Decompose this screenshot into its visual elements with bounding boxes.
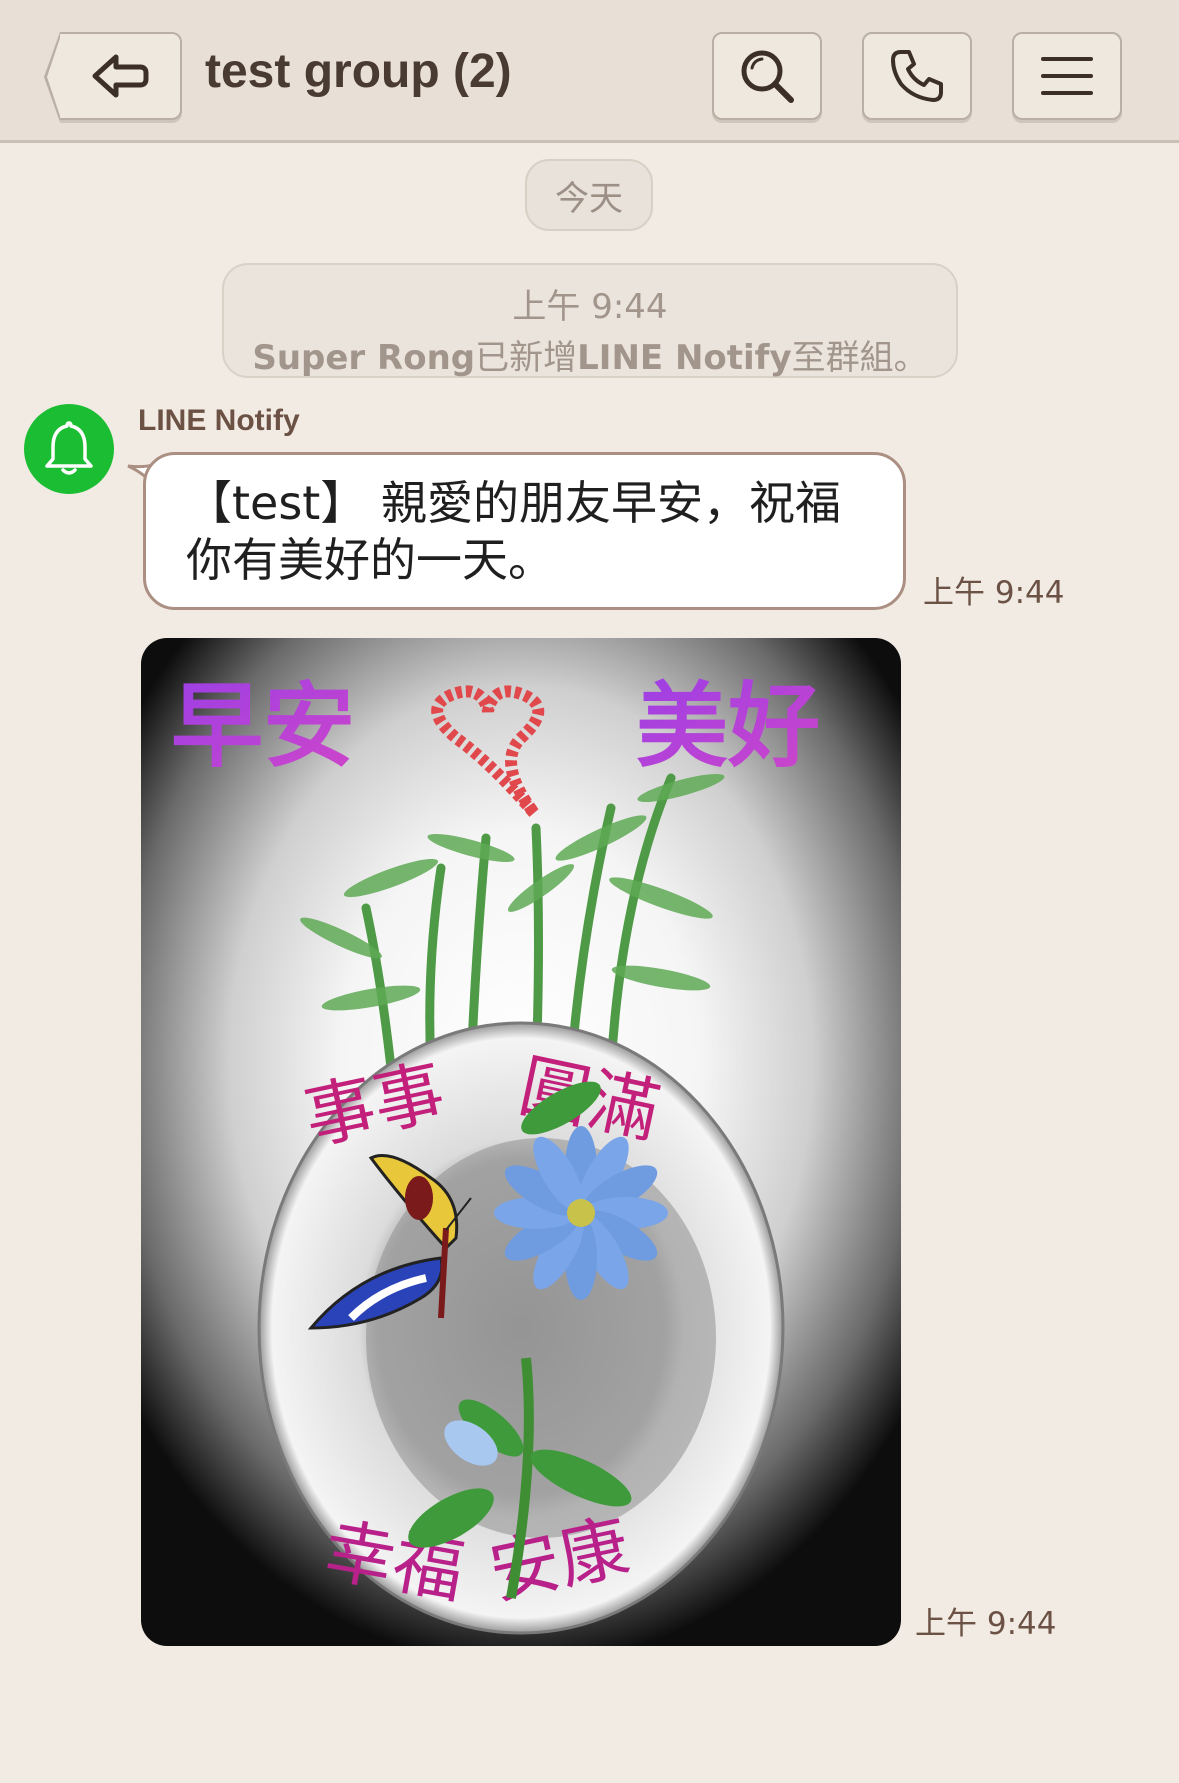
system-message-time: 上午 9:44	[512, 287, 668, 327]
message-time: 上午 9:44	[923, 575, 1065, 611]
message-bubble[interactable]: 【test】 親愛的朋友早安，祝福你有美好的一天。	[143, 452, 906, 610]
chat-title: test group (2)	[205, 45, 512, 98]
image-text-top-right: 美好	[636, 672, 820, 780]
system-message-actor: Super Rong	[252, 338, 476, 378]
system-message: 上午 9:44 Super Rong已新增LINE Notify至群組。	[222, 263, 958, 378]
system-message-suffix: 至群組。	[791, 338, 928, 378]
greeting-card-image: 早安 美好 事事 圓滿 幸福 安康	[171, 672, 820, 1635]
back-arrow-icon	[92, 54, 149, 98]
menu-button[interactable]	[1012, 32, 1122, 120]
search-button[interactable]	[712, 32, 822, 120]
search-icon	[741, 50, 794, 103]
call-button[interactable]	[862, 32, 972, 120]
sender-name: LINE Notify	[138, 404, 300, 437]
sender-avatar[interactable]	[24, 404, 114, 494]
system-message-text: Super Rong已新增LINE Notify至群組。	[224, 330, 956, 379]
menu-icon	[1041, 57, 1093, 95]
back-button[interactable]	[44, 32, 182, 122]
image-text-top-left: 早安	[171, 672, 355, 780]
message-image[interactable]: 早安 美好 事事 圓滿 幸福 安康	[141, 638, 901, 1646]
chat-header: test group (2)	[0, 0, 1179, 143]
bell-icon	[45, 421, 93, 475]
date-separator: 今天	[525, 159, 653, 231]
phone-icon	[891, 50, 943, 102]
image-message-time: 上午 9:44	[915, 1606, 1057, 1642]
system-message-subject: LINE Notify	[577, 338, 792, 378]
system-message-action: 已新增	[475, 338, 578, 378]
heart-shape	[431, 685, 545, 817]
